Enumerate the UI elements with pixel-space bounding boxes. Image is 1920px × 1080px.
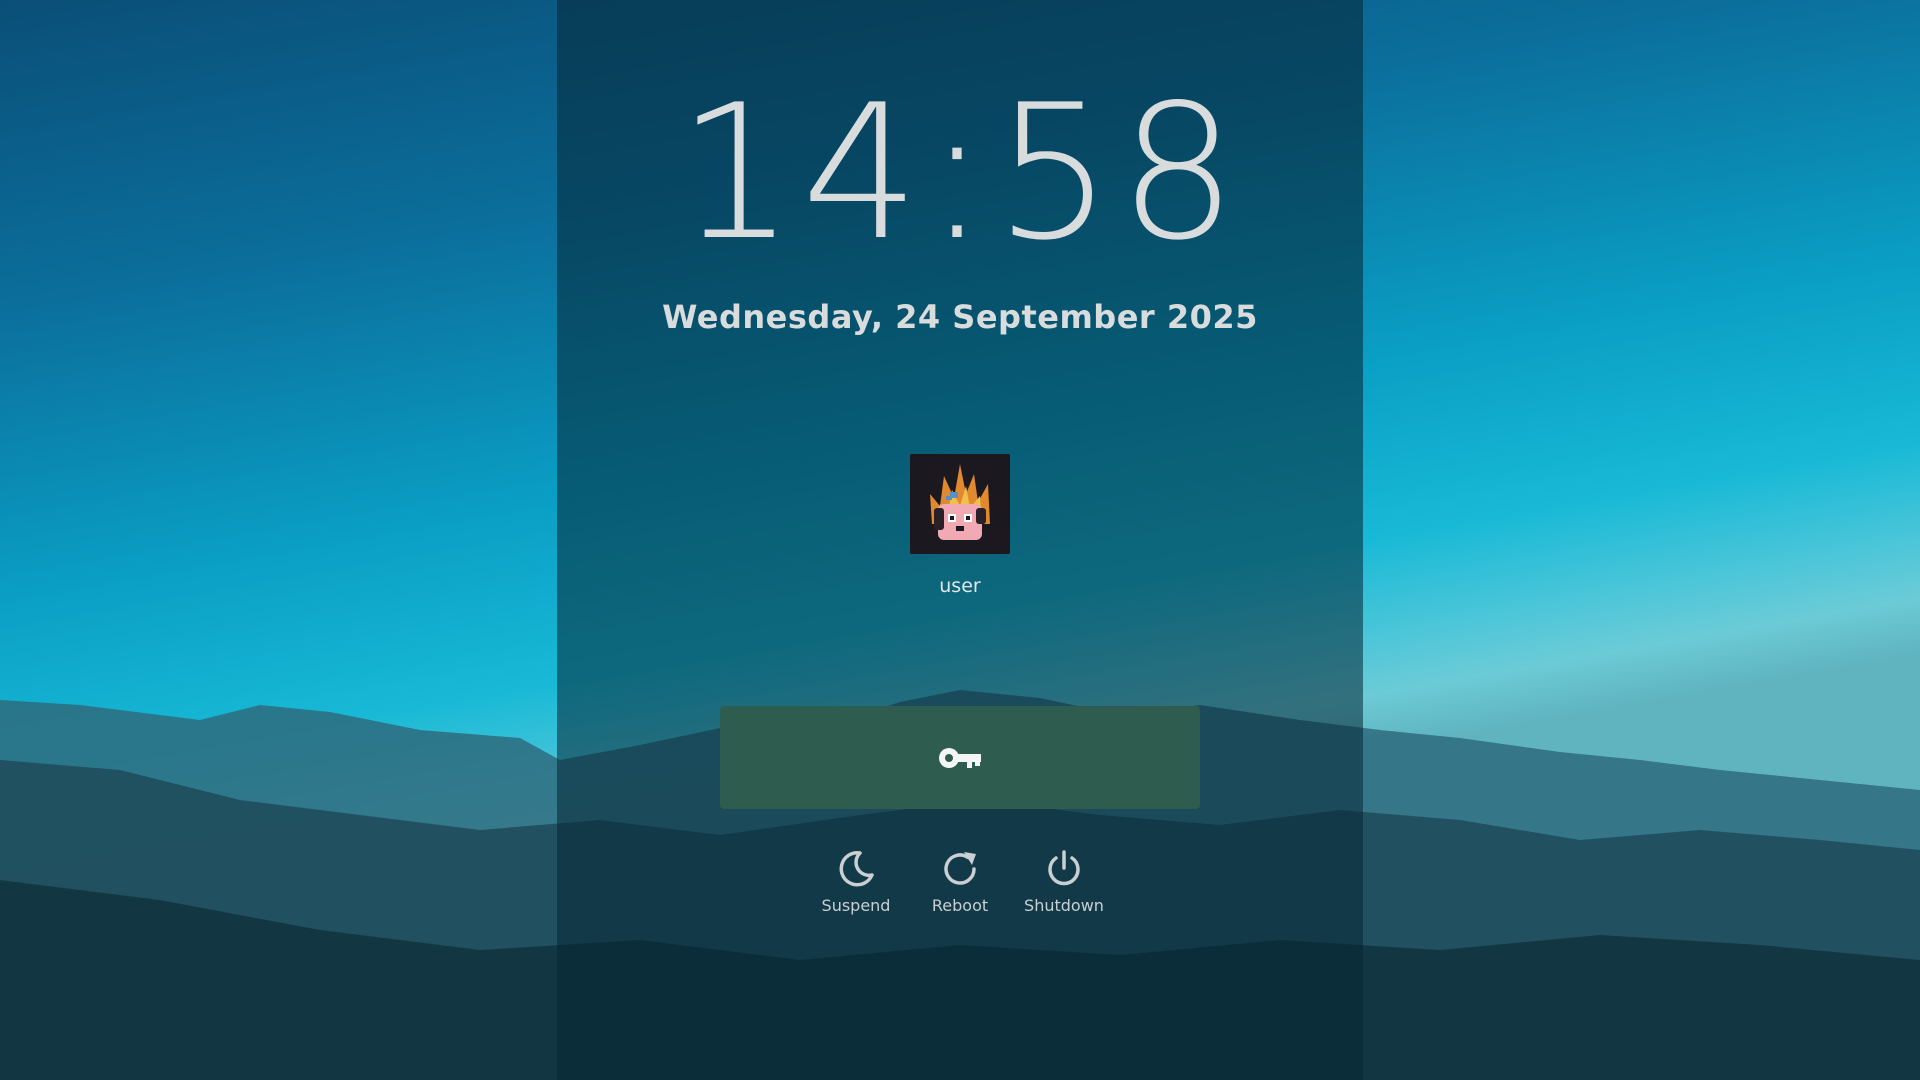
date-label: Wednesday, 24 September 2025 <box>662 298 1258 336</box>
key-icon <box>939 747 981 768</box>
suspend-button[interactable]: Suspend <box>816 848 896 915</box>
refresh-icon <box>944 852 976 885</box>
shutdown-label: Shutdown <box>1024 896 1104 915</box>
shutdown-button[interactable]: Shutdown <box>1024 848 1104 915</box>
suspend-label: Suspend <box>821 896 891 915</box>
unlock-button[interactable] <box>720 706 1200 809</box>
clock: 14:58 <box>676 64 1244 281</box>
flaming-pixel-dog-avatar <box>910 454 1010 554</box>
user-avatar[interactable] <box>910 454 1010 554</box>
lock-panel: 14:58 Wednesday, 24 September 2025 user <box>557 0 1363 1080</box>
power-icon <box>1048 850 1080 886</box>
moon-icon <box>839 851 874 887</box>
reboot-label: Reboot <box>931 896 989 915</box>
reboot-button[interactable]: Reboot <box>920 848 1000 915</box>
username-label: user <box>939 575 981 597</box>
power-actions: Suspend Reboot Shutdown <box>557 848 1363 915</box>
